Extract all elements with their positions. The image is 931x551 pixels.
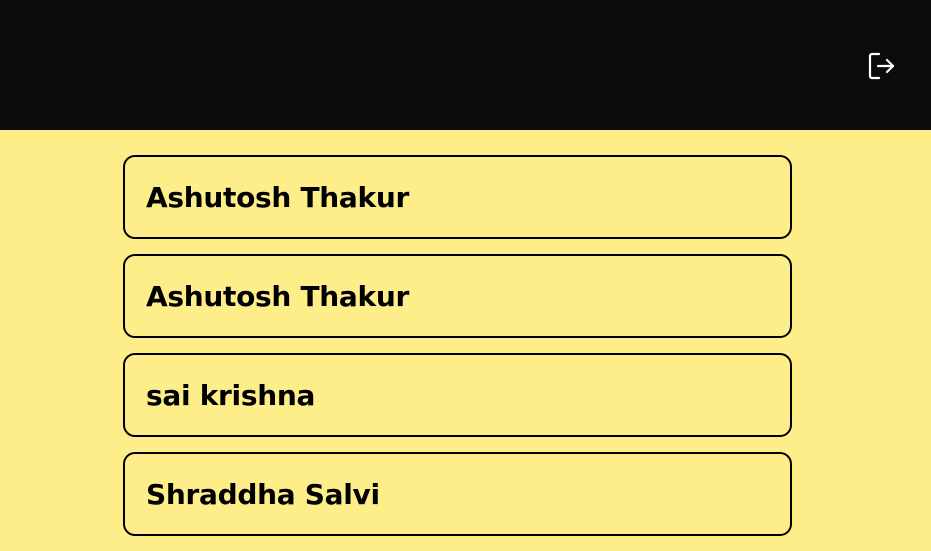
user-card[interactable]: Ashutosh Thakur (123, 155, 792, 239)
logout-icon[interactable] (866, 50, 898, 82)
user-card[interactable]: sai krishna (123, 353, 792, 437)
user-list: Ashutosh Thakur Ashutosh Thakur sai kris… (123, 155, 792, 551)
user-card[interactable]: Ashutosh Thakur (123, 254, 792, 338)
user-card[interactable]: Shraddha Salvi (123, 452, 792, 536)
user-name: sai krishna (146, 378, 316, 412)
top-header (0, 0, 931, 130)
user-name: Ashutosh Thakur (146, 279, 409, 313)
user-name: Ashutosh Thakur (146, 180, 409, 214)
user-name: Shraddha Salvi (146, 477, 380, 511)
